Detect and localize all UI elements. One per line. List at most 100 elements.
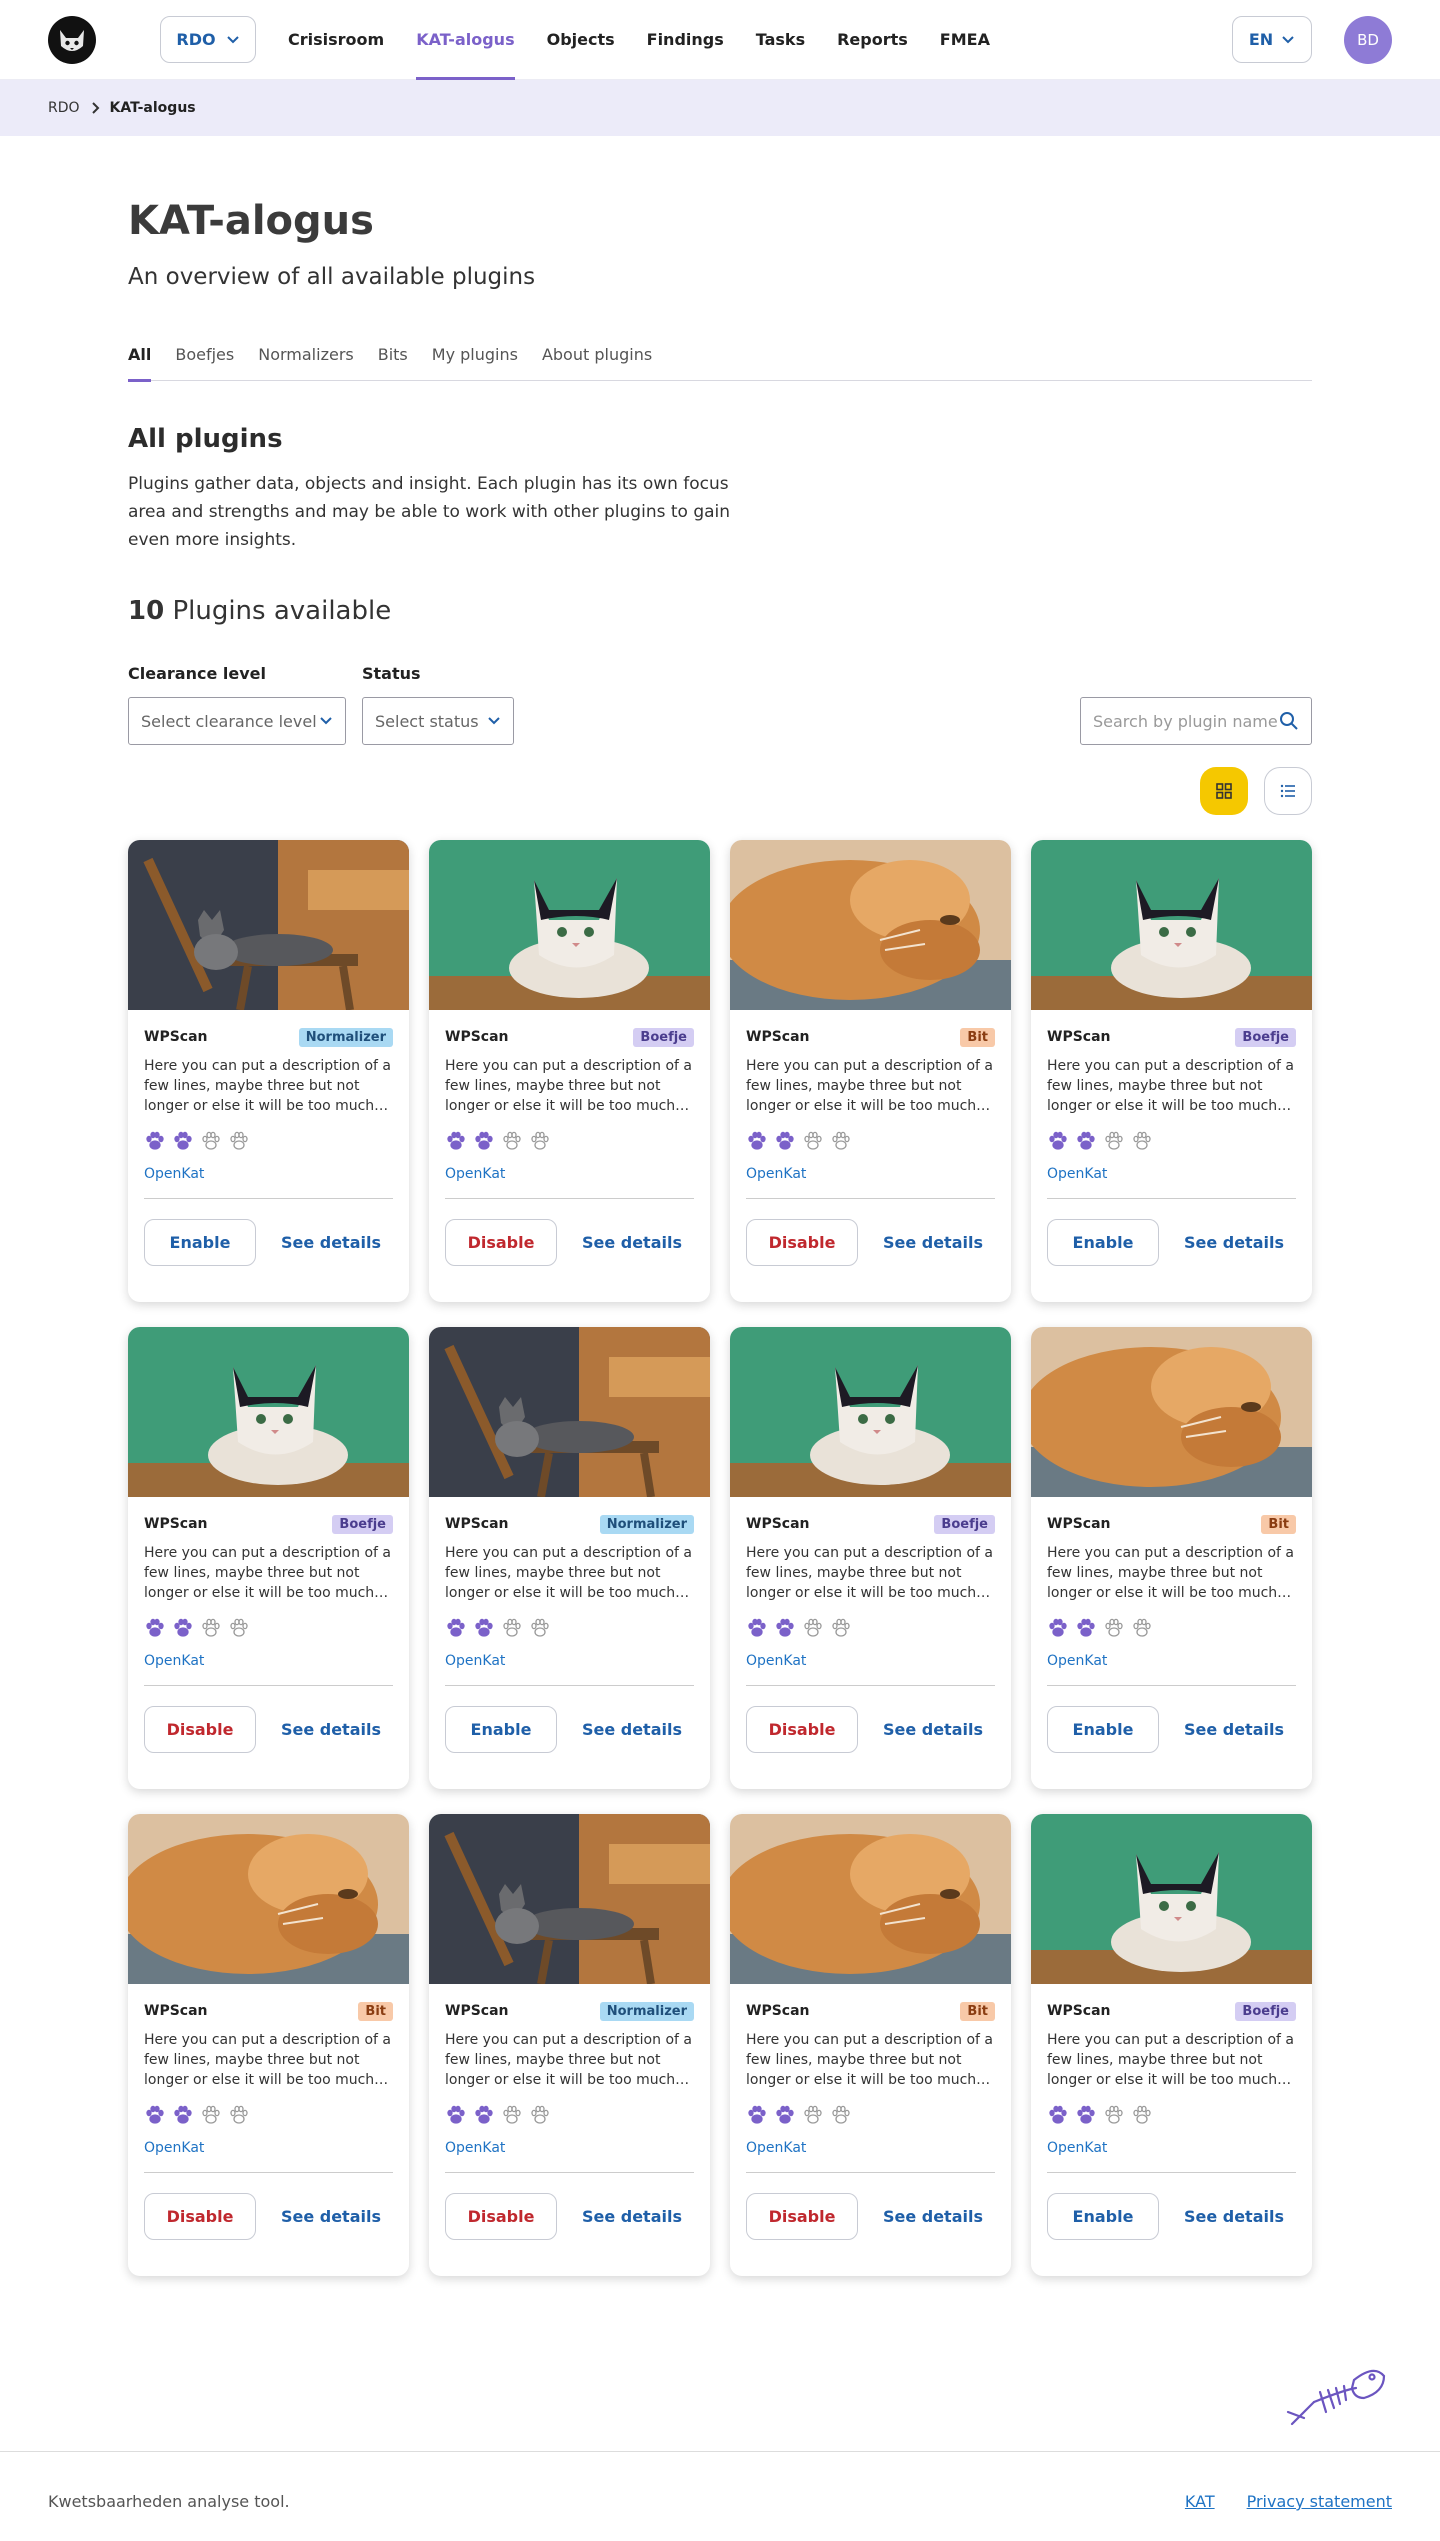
disable-button[interactable]: Disable [746,1219,858,1266]
enable-button[interactable]: Enable [1047,1706,1159,1753]
see-details-link[interactable]: See details [281,1720,381,1739]
plugin-card: WPScan Boefje Here you can put a descripti… [1031,840,1312,1302]
disable-button[interactable]: Disable [746,1706,858,1753]
enable-button[interactable]: Enable [1047,1219,1159,1266]
card-divider [144,2172,393,2173]
plugin-search[interactable]: Search by plugin name [1080,697,1312,745]
list-icon [1280,784,1295,798]
see-details-link[interactable]: See details [1184,1233,1284,1252]
plugin-description: Here you can put a description of a few … [1047,1058,1294,1114]
breadcrumb-root[interactable]: RDO [48,100,80,116]
plugin-publisher-link[interactable]: OpenKat [1047,1653,1296,1673]
plugin-description: Here you can put a description of a few … [746,1545,993,1601]
paw-icon [529,2104,551,2126]
nav-objects[interactable]: Objects [547,0,615,80]
plugin-description: Here you can put a description of a few … [746,2032,993,2088]
status-select[interactable]: Select status [362,697,514,745]
plugin-image [730,1327,1011,1497]
plugin-name: WPScan [1047,2003,1111,2019]
tab-about-plugins[interactable]: About plugins [542,344,652,381]
plugin-card: WPScan Bit Here you can put a description … [128,1814,409,2276]
see-details-link[interactable]: See details [883,2207,983,2226]
paw-icon [1075,1130,1097,1152]
search-input[interactable]: Search by plugin name [1093,712,1278,731]
footer: Kwetsbaarheden analyse tool. KAT Privacy… [0,2451,1440,2541]
plugin-publisher-link[interactable]: OpenKat [746,1653,995,1673]
plugin-publisher-link[interactable]: OpenKat [144,1166,393,1186]
plugin-image [128,1814,409,1984]
nav-katalogus[interactable]: KAT-alogus [416,0,515,80]
plugin-card: WPScan Boefje Here you can put a descripti… [128,1327,409,1789]
nav-crisisroom[interactable]: Crisisroom [288,0,384,80]
plugin-publisher-link[interactable]: OpenKat [1047,1166,1296,1186]
disable-button[interactable]: Disable [746,2193,858,2240]
clearance-select[interactable]: Select clearance level [128,697,346,745]
card-divider [746,1198,995,1199]
tab-normalizers[interactable]: Normalizers [258,344,354,381]
paw-icon [1075,1617,1097,1639]
tab-all[interactable]: All [128,344,152,382]
enable-button[interactable]: Enable [1047,2193,1159,2240]
paw-icon [172,2104,194,2126]
plugin-type-badge: Normalizer [298,1027,393,1047]
see-details-link[interactable]: See details [281,1233,381,1252]
scan-level-paws [144,1130,393,1152]
plugin-card: WPScan Boefje Here you can put a descripti… [730,1327,1011,1789]
see-details-link[interactable]: See details [582,1233,682,1252]
plugin-publisher-link[interactable]: OpenKat [1047,2140,1296,2160]
paw-icon [830,1617,852,1639]
language-selector[interactable]: EN [1232,16,1312,63]
plugin-publisher-link[interactable]: OpenKat [445,2140,694,2160]
paw-icon [1131,2104,1153,2126]
user-avatar[interactable]: BD [1344,16,1392,64]
card-divider [445,1198,694,1199]
tab-boefjes[interactable]: Boefjes [175,344,234,381]
card-divider [746,1685,995,1686]
paw-icon [445,1617,467,1639]
disable-button[interactable]: Disable [144,1706,256,1753]
disable-button[interactable]: Disable [144,2193,256,2240]
nav-findings[interactable]: Findings [647,0,724,80]
footer-text: Kwetsbaarheden analyse tool. [48,2492,290,2511]
plugin-image [128,1327,409,1497]
nav-reports[interactable]: Reports [837,0,908,80]
plugin-publisher-link[interactable]: OpenKat [445,1653,694,1673]
nav-tasks[interactable]: Tasks [756,0,805,80]
see-details-link[interactable]: See details [281,2207,381,2226]
enable-button[interactable]: Enable [445,1706,557,1753]
paw-icon [529,1130,551,1152]
see-details-link[interactable]: See details [1184,1720,1284,1739]
kat-logo[interactable] [48,16,96,64]
see-details-link[interactable]: See details [883,1720,983,1739]
grid-icon [1216,783,1232,799]
see-details-link[interactable]: See details [883,1233,983,1252]
organization-selector[interactable]: RDO [160,16,256,63]
plugin-publisher-link[interactable]: OpenKat [445,1166,694,1186]
nav-fmea[interactable]: FMEA [940,0,990,80]
disable-button[interactable]: Disable [445,1219,557,1266]
paw-icon [1047,1130,1069,1152]
plugin-publisher-link[interactable]: OpenKat [746,1166,995,1186]
grid-view-button[interactable] [1200,767,1248,815]
paw-icon [830,1130,852,1152]
tab-bits[interactable]: Bits [378,344,408,381]
list-view-button[interactable] [1264,767,1312,815]
see-details-link[interactable]: See details [582,2207,682,2226]
see-details-link[interactable]: See details [582,1720,682,1739]
plugin-name: WPScan [1047,1029,1111,1045]
disable-button[interactable]: Disable [445,2193,557,2240]
see-details-link[interactable]: See details [1184,2207,1284,2226]
tab-my-plugins[interactable]: My plugins [432,344,518,381]
plugin-publisher-link[interactable]: OpenKat [746,2140,995,2160]
footer-link-kat[interactable]: KAT [1185,2492,1215,2511]
enable-button[interactable]: Enable [144,1219,256,1266]
plugin-name: WPScan [144,2003,208,2019]
search-icon[interactable] [1279,711,1299,731]
plugin-publisher-link[interactable]: OpenKat [144,2140,393,2160]
footer-link-privacy[interactable]: Privacy statement [1247,2492,1392,2511]
plugin-card: WPScan Normalizer Here you can put a descr… [429,1327,710,1789]
plugin-description: Here you can put a description of a few … [445,1545,692,1601]
plugin-publisher-link[interactable]: OpenKat [144,1653,393,1673]
paw-icon [473,1130,495,1152]
plugin-image [1031,1814,1312,1984]
